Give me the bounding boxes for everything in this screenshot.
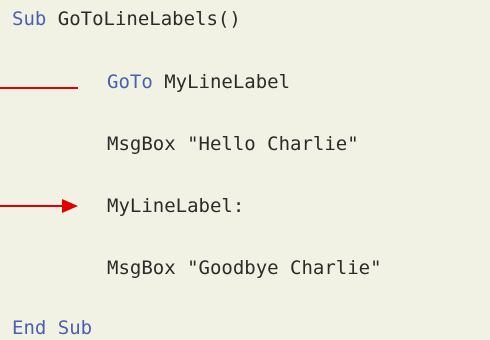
- code-panel: Sub GoToLineLabels() GoTo MyLineLabel Ms…: [0, 0, 490, 339]
- sub-name: GoToLineLabels(): [46, 8, 241, 30]
- sub-keyword: Sub: [12, 8, 47, 30]
- msgbox-goodbye-text: MsgBox "Goodbye Charlie": [107, 257, 382, 279]
- line-label-text: MyLineLabel:: [107, 195, 245, 217]
- end-sub-keyword: End Sub: [12, 317, 93, 339]
- code-line-end-sub: End Sub: [12, 316, 92, 340]
- msgbox-hello-text: MsgBox "Hello Charlie": [107, 133, 359, 155]
- label-arrowhead-icon: [62, 199, 78, 213]
- goto-target: MyLineLabel: [152, 71, 291, 93]
- code-line-msgbox-goodbye: MsgBox "Goodbye Charlie": [107, 256, 382, 280]
- code-line-sub-declaration: Sub GoToLineLabels(): [12, 7, 241, 31]
- code-line-label: MyLineLabel:: [107, 194, 244, 218]
- code-line-msgbox-hello: MsgBox "Hello Charlie": [107, 132, 359, 156]
- goto-keyword: GoTo: [107, 71, 153, 93]
- jump-arrow-overlay: [0, 87, 78, 213]
- code-line-goto: GoTo MyLineLabel: [107, 70, 290, 94]
